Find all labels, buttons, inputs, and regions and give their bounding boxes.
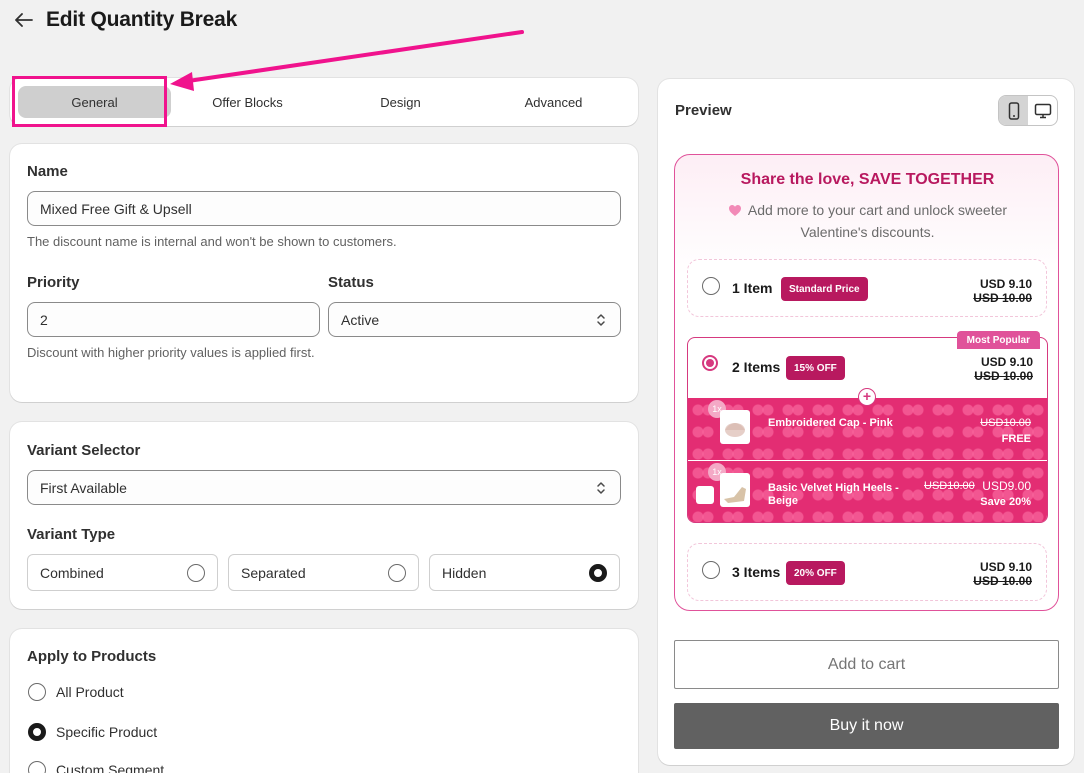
most-popular-badge: Most Popular: [956, 331, 1040, 349]
radio-button[interactable]: [388, 563, 406, 582]
tier-price: USD 9.10: [979, 560, 1032, 574]
tier-2-items[interactable]: 2 Items 15% OFF USD 9.10 USD 10.00 1x Em…: [687, 337, 1048, 523]
variant-selector-label: Variant Selector: [27, 442, 141, 459]
widget-title: Share the love, SAVE TOGETHER: [740, 171, 995, 188]
radio-button-selected[interactable]: [702, 355, 718, 371]
apply-option-label: Custom Segment: [56, 762, 165, 773]
variant-type-hidden[interactable]: Hidden: [429, 554, 620, 591]
tab-offer-blocks[interactable]: Offer Blocks: [171, 86, 324, 118]
priority-label: Priority: [27, 274, 80, 291]
variant-type-combined[interactable]: Combined: [27, 554, 218, 591]
mobile-icon: [1008, 101, 1019, 120]
apply-option-all[interactable]: All Product: [28, 683, 124, 701]
variant-type-label: Variant Type: [27, 526, 116, 543]
tab-general[interactable]: General: [18, 86, 171, 118]
variant-selector-value: First Available: [40, 479, 127, 496]
radio-button-selected[interactable]: [28, 723, 46, 741]
gift-row: 1x Embroidered Cap - Pink USD10.00 FREE: [688, 398, 1047, 460]
variant-type-separated[interactable]: Separated: [228, 554, 419, 591]
mobile-view-button[interactable]: [999, 96, 1028, 125]
name-label: Name: [27, 163, 68, 180]
tier-price: USD 9.10: [980, 355, 1033, 369]
page-title: Edit Quantity Break: [46, 8, 238, 31]
product-thumbnail: [720, 473, 750, 507]
gift-note: FREE: [1001, 433, 1031, 445]
page-header: Edit Quantity Break: [14, 8, 237, 32]
tier-badge: 20% OFF: [786, 561, 845, 585]
plus-icon[interactable]: +: [858, 388, 876, 406]
status-select[interactable]: Active: [328, 302, 621, 337]
arrow-left-icon[interactable]: [14, 10, 34, 30]
apply-option-specific[interactable]: Specific Product: [28, 723, 157, 741]
status-label: Status: [328, 274, 374, 291]
desktop-icon: [1034, 103, 1051, 118]
gift-checkbox[interactable]: [696, 486, 714, 504]
gift-product-name: Embroidered Cap - Pink: [768, 417, 893, 429]
variant-type-option-label: Separated: [241, 564, 306, 581]
product-thumbnail: [720, 410, 750, 444]
variant-selector-select[interactable]: First Available: [27, 470, 621, 505]
chevron-up-down-icon: [597, 314, 605, 326]
gift-note: Save 20%: [980, 496, 1031, 508]
radio-button[interactable]: [28, 761, 46, 773]
priority-input[interactable]: 2: [27, 302, 320, 337]
quantity-break-widget: Share the love, SAVE TOGETHER Add more t…: [674, 154, 1059, 611]
radio-button-selected[interactable]: [589, 563, 607, 582]
gift-compare-price: USD10.00: [980, 417, 1031, 429]
add-to-cart-button[interactable]: Add to cart: [674, 640, 1059, 689]
tab-design[interactable]: Design: [324, 86, 477, 118]
widget-subtitle-text: Add more to your cart and unlock sweeter…: [747, 202, 1008, 240]
tier-compare-price: USD 10.00: [973, 574, 1032, 588]
name-help-text: The discount name is internal and won't …: [27, 234, 397, 249]
tier-compare-price: USD 10.00: [974, 369, 1033, 383]
gift-product-name: Basic Velvet High Heels - Beige: [768, 482, 899, 507]
radio-button[interactable]: [187, 563, 205, 582]
widget-subtitle: Add more to your cart and unlock sweeter…: [715, 199, 1020, 243]
gift-compare-price: USD10.00: [924, 480, 975, 492]
name-input[interactable]: Mixed Free Gift & Upsell: [27, 191, 621, 226]
apply-products-label: Apply to Products: [27, 648, 157, 665]
tier-price: USD 9.10: [979, 277, 1032, 291]
chevron-up-down-icon: [597, 482, 605, 494]
variant-type-option-label: Combined: [40, 564, 104, 581]
heart-icon: [728, 205, 741, 216]
desktop-view-button[interactable]: [1028, 96, 1057, 125]
tier-label: 3 Items: [732, 564, 781, 580]
radio-button[interactable]: [28, 683, 46, 701]
gift-row: 1x Basic Velvet High Heels - Beige USD10…: [688, 461, 1047, 522]
tier-label: 2 Items: [732, 359, 781, 375]
radio-button[interactable]: [702, 277, 720, 295]
gift-price: USD9.00: [982, 479, 1031, 493]
tier-badge: Standard Price: [781, 277, 868, 301]
variant-type-option-label: Hidden: [442, 564, 487, 581]
tier-3-items[interactable]: 3 Items 20% OFF USD 9.10 USD 10.00: [687, 543, 1047, 601]
tier-compare-price: USD 10.00: [973, 291, 1032, 305]
tier-1-item[interactable]: 1 Item Standard Price USD 9.10 USD 10.00: [687, 259, 1047, 317]
buy-now-button[interactable]: Buy it now: [674, 703, 1059, 749]
radio-button[interactable]: [702, 561, 720, 579]
priority-help-text: Discount with higher priority values is …: [27, 345, 315, 360]
tier-label: 1 Item: [732, 280, 773, 296]
tab-bar: General Offer Blocks Design Advanced: [10, 78, 638, 126]
apply-option-custom[interactable]: Custom Segment: [28, 761, 164, 773]
status-select-value: Active: [341, 311, 380, 328]
apply-option-label: Specific Product: [56, 724, 158, 740]
preview-title: Preview: [675, 102, 732, 119]
tier-badge: 15% OFF: [786, 356, 845, 380]
tab-advanced[interactable]: Advanced: [477, 86, 630, 118]
device-toggle: [998, 95, 1058, 126]
apply-option-label: All Product: [56, 684, 124, 700]
